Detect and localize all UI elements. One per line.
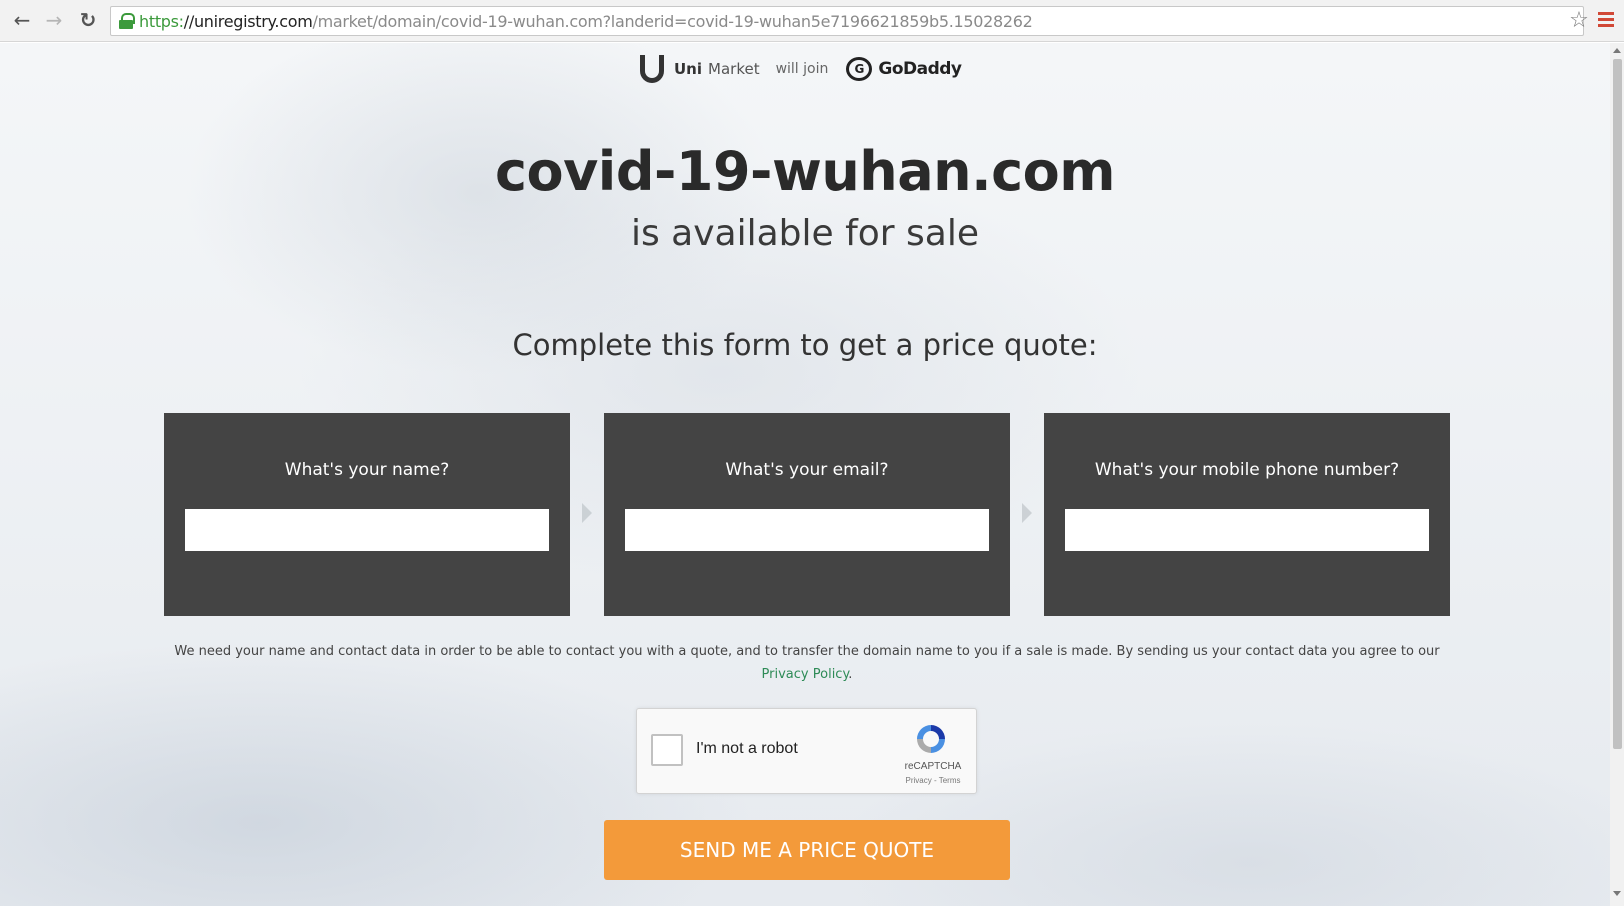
browser-toolbar: ← → ↻ https://uniregistry.com/market/dom… [0,0,1624,42]
reload-icon[interactable]: ↻ [74,6,102,34]
phone-step-panel: What's your mobile phone number? [1044,413,1450,616]
uni-logo-text: Uni [674,60,703,78]
brand-logos: Uni Market will join G GoDaddy [640,53,962,85]
scroll-down-arrow-icon[interactable] [1613,891,1621,896]
phone-input[interactable] [1065,509,1429,551]
email-step-panel: What's your email? [604,413,1010,616]
domain-title: covid-19-wuhan.com [495,140,1116,203]
phone-label: What's your mobile phone number? [1094,460,1400,480]
scroll-up-arrow-icon[interactable] [1613,48,1621,53]
form-prompt: Complete this form to get a price quote: [512,328,1098,362]
market-logo-text: Market [708,60,760,78]
url-scheme: https: [139,11,184,31]
godaddy-logo-icon: G [846,57,873,81]
uni-logo-icon [640,55,664,83]
privacy-disclaimer: We need your name and contact data in or… [164,640,1450,686]
name-label: What's your name? [284,460,450,480]
step-arrow-icon [1022,503,1032,523]
scrollbar-thumb[interactable] [1613,59,1622,749]
recaptcha-checkbox[interactable] [651,734,683,766]
godaddy-logo-text: GoDaddy [878,59,962,79]
browser-menu-icon[interactable] [1598,12,1616,30]
recaptcha-brand: reCAPTCHA [904,761,962,772]
sale-subtitle: is available for sale [630,213,980,254]
bookmark-star-icon[interactable]: ☆ [1566,6,1592,34]
name-step-panel: What's your name? [164,413,570,616]
url-host: //uniregistry.com [183,11,313,31]
recaptcha-widget: I'm not a robot reCAPTCHA Privacy - Term… [636,708,977,794]
disclaimer-text: We need your name and contact data in or… [174,644,1440,659]
forward-arrow-icon[interactable]: → [40,6,68,34]
email-input[interactable] [625,509,989,551]
name-input[interactable] [185,509,549,551]
recaptcha-terms-link[interactable]: Privacy - Terms [893,776,973,785]
step-arrow-icon [582,503,592,523]
address-bar[interactable]: https://uniregistry.com/market/domain/co… [110,6,1584,36]
recaptcha-logo-icon [917,725,945,753]
url-text: https://uniregistry.com/market/domain/co… [139,12,1033,31]
recaptcha-label: I'm not a robot [696,740,798,757]
privacy-policy-link[interactable]: Privacy Policy [762,667,849,682]
vertical-scrollbar[interactable] [1610,43,1624,906]
disclaimer-end: . [848,667,853,682]
lock-icon [119,13,135,29]
email-label: What's your email? [725,460,889,480]
will-join-text: will join [775,61,829,77]
url-path: /market/domain/covid-19-wuhan.com?lander… [312,11,1033,31]
back-arrow-icon[interactable]: ← [8,6,36,34]
send-price-quote-button[interactable]: SEND ME A PRICE QUOTE [604,820,1010,880]
